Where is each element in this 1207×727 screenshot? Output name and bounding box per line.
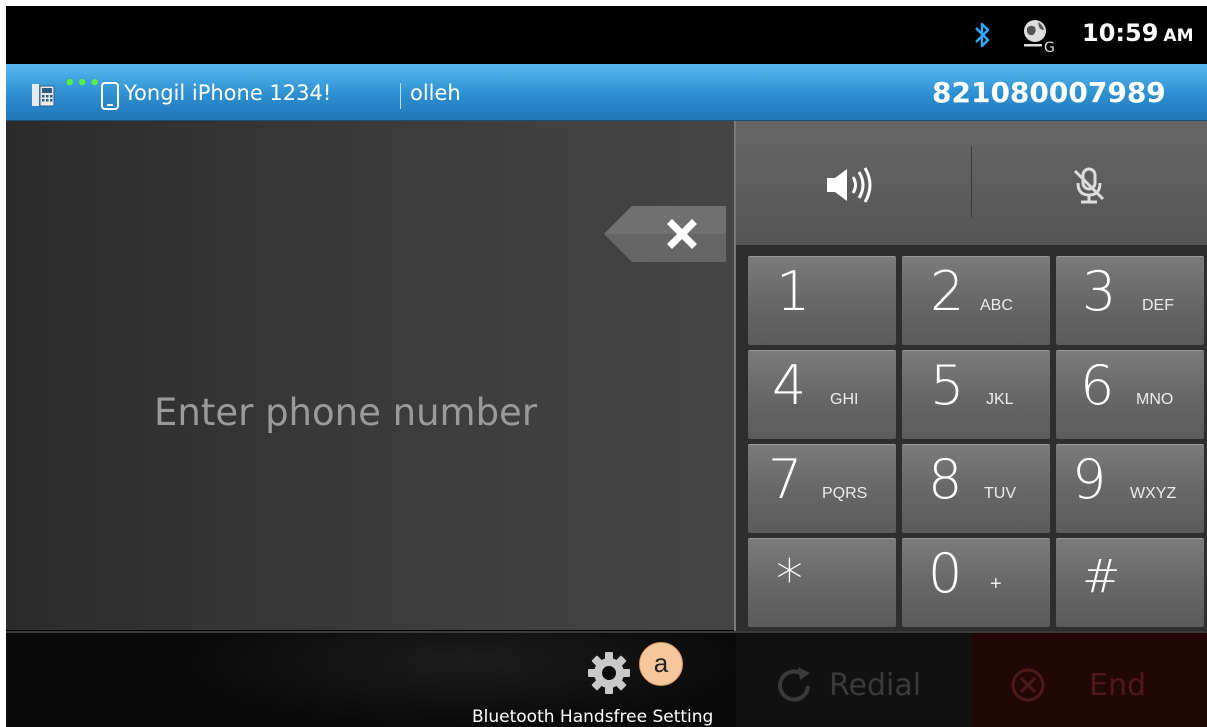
key-3[interactable]: 3 DEF	[1056, 256, 1204, 345]
handset-icon	[101, 82, 119, 110]
key-digit: 1	[776, 260, 811, 323]
key-hash[interactable]: #	[1056, 538, 1204, 627]
key-8[interactable]: 8 TUV	[902, 444, 1050, 533]
key-digit: #	[1082, 549, 1121, 603]
carrier-name: olleh	[410, 81, 461, 105]
redial-label: Redial	[829, 668, 922, 703]
key-digit: 2	[930, 260, 965, 323]
bluetooth-icon	[975, 22, 990, 48]
end-label: End	[1089, 668, 1147, 703]
key-letters: GHI	[830, 391, 859, 408]
key-digit: 3	[1082, 260, 1117, 323]
key-digit: 0	[928, 542, 963, 605]
key-letters: +	[990, 573, 1002, 595]
speaker-icon	[827, 167, 872, 203]
key-digit: 5	[930, 354, 965, 417]
key-letters: DEF	[1142, 297, 1174, 314]
clock-time: 10:59	[1082, 19, 1159, 47]
gear-icon	[588, 652, 630, 694]
key-digit: 4	[772, 354, 807, 417]
key-9[interactable]: 9 WXYZ	[1056, 444, 1204, 533]
info-divider	[400, 83, 401, 109]
key-digit: 7	[768, 448, 803, 511]
settings-label: Bluetooth Handsfree Setting	[472, 707, 714, 727]
key-star[interactable]: *	[748, 538, 896, 627]
mute-button[interactable]	[972, 121, 1207, 245]
phone-number-placeholder: Enter phone number	[154, 391, 538, 434]
key-letters: JKL	[986, 391, 1014, 408]
redial-icon	[778, 667, 810, 702]
key-digit: 9	[1072, 448, 1107, 511]
key-letters: ABC	[980, 297, 1013, 314]
key-6[interactable]: 6 MNO	[1056, 350, 1204, 439]
key-0[interactable]: 0 +	[902, 538, 1050, 627]
key-7[interactable]: 7 PQRS	[748, 444, 896, 533]
end-call-icon	[1011, 668, 1045, 702]
key-2[interactable]: 2 ABC	[902, 256, 1050, 345]
speaker-button[interactable]	[736, 121, 971, 245]
key-letters: WXYZ	[1130, 485, 1177, 502]
annotation-badge: a	[639, 642, 683, 686]
number-display[interactable]	[6, 121, 734, 630]
key-letters: TUV	[984, 485, 1016, 502]
signal-dots: •••	[64, 73, 102, 94]
own-phone-number: 821080007989	[932, 76, 1166, 109]
globe-location-icon: G	[1024, 20, 1055, 54]
svg-text:G: G	[1044, 40, 1055, 54]
key-5[interactable]: 5 JKL	[902, 350, 1050, 439]
clock: 10:59 AM	[1082, 19, 1193, 47]
clock-ampm: AM	[1163, 26, 1194, 46]
key-digit: *	[776, 548, 803, 611]
phone-device-icon	[32, 84, 55, 107]
backspace-button[interactable]	[604, 204, 730, 264]
key-letters: PQRS	[822, 485, 868, 502]
key-digit: 6	[1080, 354, 1115, 417]
device-name: Yongil iPhone 1234!	[124, 81, 332, 105]
mute-microphone-icon	[1073, 167, 1105, 204]
key-digit: 8	[928, 448, 963, 511]
key-letters: MNO	[1136, 391, 1174, 408]
key-1[interactable]: 1	[748, 256, 896, 345]
key-4[interactable]: 4 GHI	[748, 350, 896, 439]
